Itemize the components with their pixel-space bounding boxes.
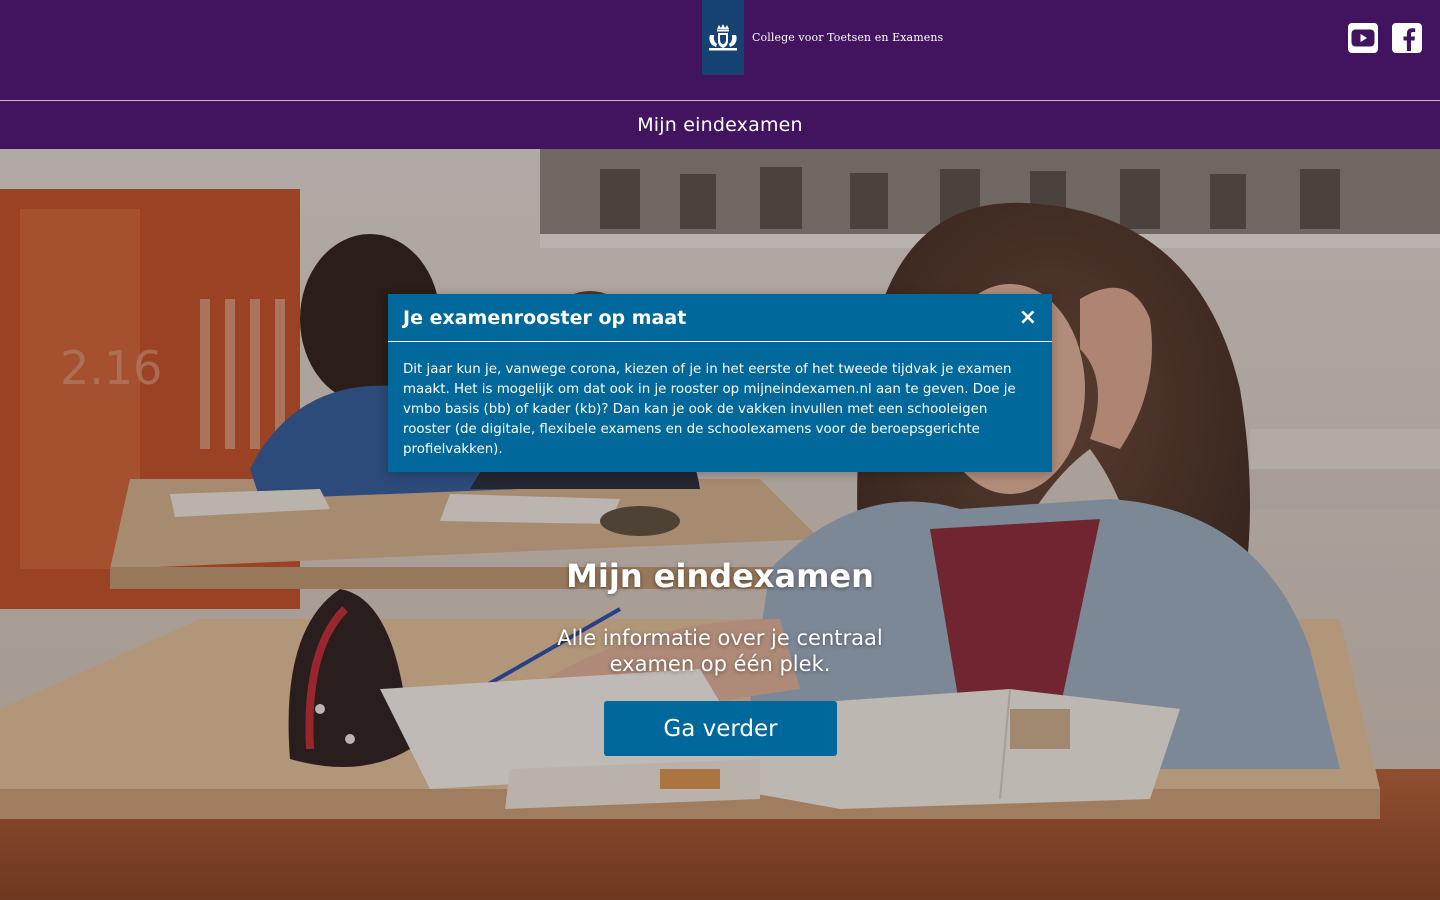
facebook-link[interactable]	[1392, 23, 1422, 53]
nav-home-link[interactable]: Mijn eindexamen	[637, 114, 803, 136]
continue-button[interactable]: Ga verder	[604, 701, 837, 756]
modal-body: Dit jaar kun je, vanwege corona, kiezen …	[388, 342, 1052, 460]
org-name: College voor Toetsen en Examens	[752, 31, 944, 44]
schedule-modal: Je examenrooster op maat × Dit jaar kun …	[388, 294, 1052, 472]
hero-section: 2.16 Mijn eindexamen Alle informatie ove…	[0, 149, 1440, 900]
modal-body-text: Dit jaar kun je, vanwege corona, kiezen …	[403, 362, 1016, 457]
logo-ribbon	[702, 0, 744, 75]
hero-title: Mijn eindexamen	[566, 557, 874, 595]
facebook-icon	[1403, 28, 1416, 51]
modal-header: Je examenrooster op maat ×	[388, 294, 1052, 342]
site-logo-link[interactable]: College voor Toetsen en Examens	[702, 0, 943, 75]
hero-subtitle: Alle informatie over je centraal examen …	[557, 626, 883, 676]
crown-emblem-icon	[709, 23, 737, 50]
youtube-icon	[1351, 29, 1375, 47]
youtube-link[interactable]	[1348, 23, 1378, 53]
hero-content: Mijn eindexamen Alle informatie over je …	[0, 149, 1440, 900]
site-header: College voor Toetsen en Examens	[0, 0, 1440, 100]
close-icon[interactable]: ×	[1019, 306, 1037, 329]
modal-title: Je examenrooster op maat	[403, 306, 687, 329]
main-navbar: Mijn eindexamen	[0, 100, 1440, 149]
